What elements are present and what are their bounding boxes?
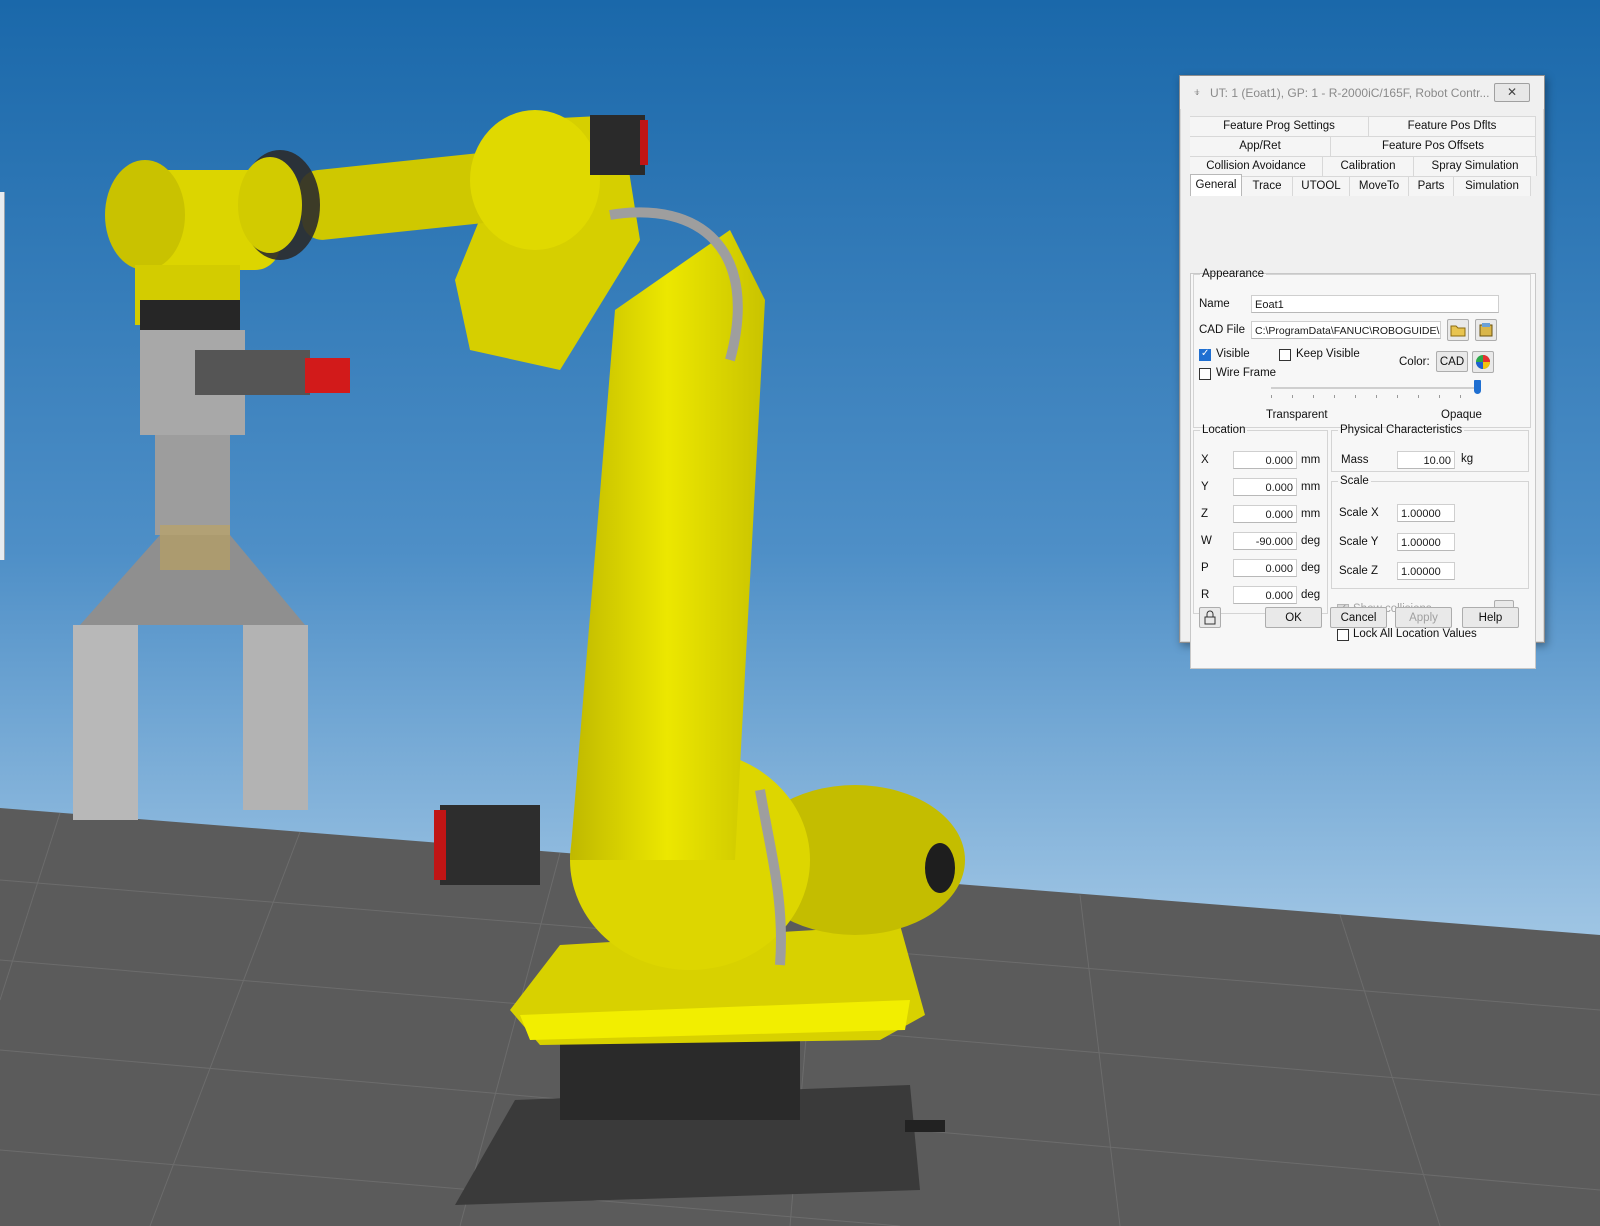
cancel-button[interactable]: Cancel (1330, 607, 1387, 628)
opacity-slider-thumb[interactable] (1474, 380, 1481, 394)
cad-file-label: CAD File (1199, 324, 1246, 336)
cad-color-button[interactable]: CAD (1436, 351, 1468, 372)
scale-y-field[interactable]: 1.00000 (1397, 533, 1455, 551)
transparent-label: Transparent (1266, 409, 1328, 421)
wire-frame-label: Wire Frame (1216, 367, 1277, 379)
left-panel-edge (0, 192, 5, 560)
lock-all-location-checkbox[interactable] (1337, 629, 1349, 641)
z-unit: mm (1301, 508, 1321, 520)
name-field[interactable]: Eoat1 (1251, 295, 1499, 313)
z-label: Z (1201, 508, 1209, 520)
x-field[interactable]: 0.000 (1233, 451, 1297, 469)
tab-feature-prog-settings[interactable]: Feature Prog Settings (1190, 116, 1369, 136)
r-field[interactable]: 0.000 (1233, 586, 1297, 604)
dialog-titlebar[interactable]: ⍖ UT: 1 (Eoat1), GP: 1 - R-2000iC/165F, … (1180, 76, 1544, 109)
y-field[interactable]: 0.000 (1233, 478, 1297, 496)
dialog-title: UT: 1 (Eoat1), GP: 1 - R-2000iC/165F, Ro… (1210, 86, 1490, 100)
appearance-legend: Appearance (1202, 268, 1265, 280)
close-button[interactable]: ✕ (1494, 83, 1530, 102)
visible-label: Visible (1216, 348, 1250, 360)
ok-button[interactable]: OK (1265, 607, 1322, 628)
scale-z-label: Scale Z (1339, 565, 1378, 577)
tab-row-3: Collision Avoidance Calibration Spray Si… (1190, 156, 1537, 176)
p-unit: deg (1301, 562, 1321, 574)
z-field[interactable]: 0.000 (1233, 505, 1297, 523)
y-label: Y (1201, 481, 1209, 493)
tab-parts[interactable]: Parts (1409, 176, 1454, 196)
browse-folder-button[interactable] (1447, 319, 1469, 341)
visible-checkbox[interactable] (1199, 348, 1211, 361)
location-legend: Location (1202, 424, 1246, 436)
p-label: P (1201, 562, 1209, 574)
w-unit: deg (1301, 535, 1321, 547)
keep-visible-label: Keep Visible (1296, 348, 1360, 360)
name-label: Name (1199, 298, 1230, 310)
tab-general[interactable]: General (1190, 174, 1242, 196)
wire-frame-checkbox[interactable] (1199, 368, 1211, 380)
tab-moveto[interactable]: MoveTo (1350, 176, 1409, 196)
tab-row-1: Feature Prog Settings Feature Pos Dflts (1190, 116, 1536, 136)
w-field[interactable]: -90.000 (1233, 532, 1297, 550)
scale-x-label: Scale X (1339, 507, 1379, 519)
opaque-label: Opaque (1441, 409, 1482, 421)
lock-button[interactable] (1199, 607, 1221, 628)
physical-legend: Physical Characteristics (1340, 424, 1463, 436)
tab-feature-pos-offsets[interactable]: Feature Pos Offsets (1331, 136, 1536, 156)
y-unit: mm (1301, 481, 1321, 493)
lock-icon (1204, 610, 1216, 625)
cad-library-button[interactable] (1475, 319, 1497, 341)
mass-field[interactable]: 10.00 (1397, 451, 1455, 469)
tab-row-2: App/Ret Feature Pos Offsets (1190, 136, 1536, 156)
scale-y-label: Scale Y (1339, 536, 1379, 548)
x-label: X (1201, 454, 1209, 466)
cad-file-field[interactable]: C:\ProgramData\FANUC\ROBOGUIDE\ (1251, 321, 1441, 339)
tool-properties-dialog[interactable]: ⍖ UT: 1 (Eoat1), GP: 1 - R-2000iC/165F, … (1179, 75, 1545, 669)
tab-collision-avoidance[interactable]: Collision Avoidance (1190, 156, 1323, 176)
opacity-slider-ticks (1271, 395, 1481, 398)
scale-x-field[interactable]: 1.00000 (1397, 504, 1455, 522)
color-wheel-icon (1476, 355, 1490, 369)
tab-spray-simulation[interactable]: Spray Simulation (1414, 156, 1537, 176)
r-unit: deg (1301, 589, 1321, 601)
w-label: W (1201, 535, 1212, 547)
pin-icon[interactable]: ⍖ (1193, 84, 1203, 100)
tab-app-ret[interactable]: App/Ret (1190, 136, 1331, 156)
color-picker-button[interactable] (1472, 351, 1494, 373)
keep-visible-checkbox[interactable] (1279, 349, 1291, 361)
scale-legend: Scale (1340, 475, 1369, 487)
help-button[interactable]: Help (1462, 607, 1519, 628)
tab-row-4: General Trace UTOOL MoveTo Parts Simulat… (1190, 174, 1531, 196)
x-unit: mm (1301, 454, 1321, 466)
mass-label: Mass (1341, 454, 1369, 466)
opacity-slider-track[interactable] (1271, 387, 1481, 389)
r-label: R (1201, 589, 1210, 601)
scale-z-field[interactable]: 1.00000 (1397, 562, 1455, 580)
tab-trace[interactable]: Trace (1242, 176, 1293, 196)
lock-all-location-label: Lock All Location Values (1353, 628, 1477, 640)
tab-calibration[interactable]: Calibration (1323, 156, 1414, 176)
tab-feature-pos-dflts[interactable]: Feature Pos Dflts (1369, 116, 1536, 136)
mass-unit: kg (1461, 453, 1474, 465)
color-label: Color: (1399, 356, 1430, 368)
cad-library-icon (1479, 323, 1493, 337)
p-field[interactable]: 0.000 (1233, 559, 1297, 577)
folder-icon (1450, 325, 1466, 337)
tab-utool[interactable]: UTOOL (1293, 176, 1350, 196)
tab-simulation[interactable]: Simulation (1454, 176, 1531, 196)
apply-button[interactable]: Apply (1395, 607, 1452, 628)
